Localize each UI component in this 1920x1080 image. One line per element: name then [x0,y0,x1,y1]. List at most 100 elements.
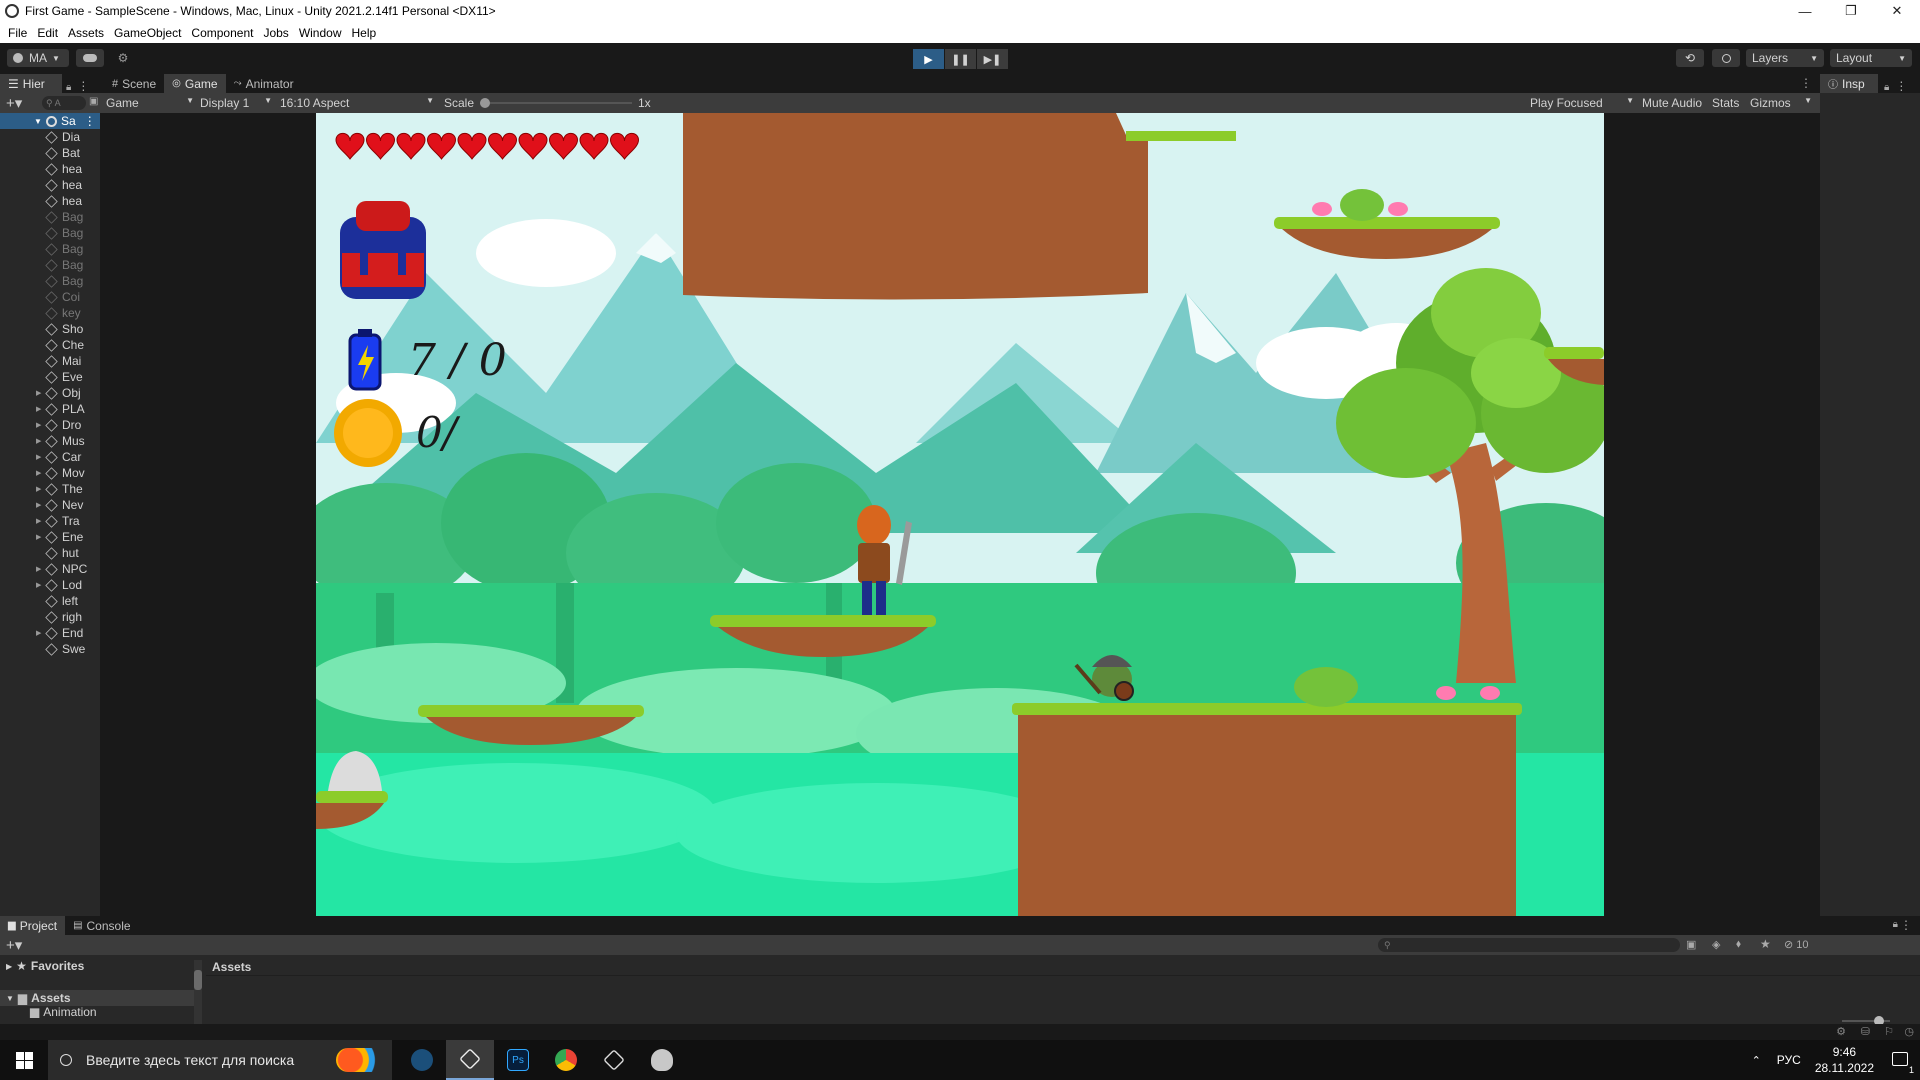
taskbar-app-unity-hub[interactable] [590,1040,638,1080]
project-search-input[interactable]: ⚲ [1378,938,1680,952]
cache-server-icon[interactable]: ⛁ [1861,1025,1870,1038]
expand-arrow-icon[interactable]: ▶ [36,629,41,637]
scale-slider[interactable] [480,98,632,108]
hierarchy-item[interactable]: Eve [0,369,100,385]
lock-icon[interactable]: 🔒︎ [1893,919,1898,930]
stats-toggle[interactable]: Stats [1712,96,1739,110]
hierarchy-item[interactable]: Bag [0,225,100,241]
add-button[interactable]: +▾ [6,936,22,954]
start-button[interactable] [0,1040,48,1080]
animation-folder-row[interactable]: ▆ Animation [0,1006,200,1018]
maximize-button[interactable]: ❐ [1828,0,1874,22]
more-menu-icon[interactable]: ⋮ [84,114,96,128]
taskbar-search-input[interactable]: Введите здесь текст для поиска [48,1040,392,1080]
game-view-dropdown[interactable]: Game ▼ [106,96,194,110]
hierarchy-item[interactable]: Mai [0,353,100,369]
tab-game[interactable]: ◎ Game [164,74,226,93]
hierarchy-item[interactable]: Che [0,337,100,353]
menu-window[interactable]: Window [299,26,342,40]
hierarchy-item[interactable]: Bag [0,209,100,225]
gizmos-dropdown[interactable]: Gizmos ▼ [1750,96,1812,110]
tab-project[interactable]: ▆ Project [0,916,66,935]
hierarchy-item[interactable]: Bag [0,257,100,273]
game-canvas[interactable]: 7 / 0 0/ [316,113,1604,917]
expand-arrow-icon[interactable]: ▶ [36,421,41,429]
lock-icon[interactable]: 🔒︎ [66,82,71,93]
hierarchy-item[interactable]: Bag [0,273,100,289]
taskbar-app-unity[interactable] [446,1040,494,1080]
tab-inspector[interactable]: ⓘ Insp [1820,74,1878,93]
hierarchy-item[interactable]: ▶ Lod [0,577,100,593]
zoom-slider[interactable] [1842,1016,1890,1026]
search-button[interactable] [1712,49,1740,67]
hierarchy-item[interactable]: Sho [0,321,100,337]
favorites-row[interactable]: ▶ ★ Favorites [0,958,200,974]
assets-breadcrumb[interactable]: Assets [212,960,251,974]
filter-type-icon[interactable]: ▣ [1686,938,1696,951]
expand-arrow-icon[interactable]: ▶ [36,453,41,461]
menu-gameobject[interactable]: GameObject [114,26,181,40]
minimize-button[interactable]: — [1782,0,1828,22]
assets-row[interactable]: ▼ ▆ Assets [0,990,200,1006]
undo-history-button[interactable]: ⟲ [1676,49,1704,67]
menu-assets[interactable]: Assets [68,26,104,40]
favorite-star-icon[interactable]: ★ [1760,937,1771,951]
layers-dropdown[interactable]: Layers ▼ [1746,49,1824,67]
aspect-dropdown[interactable]: 16:10 Aspect ▼ [280,96,434,110]
scale-slider-thumb[interactable] [480,98,490,108]
taskbar-app-steam[interactable] [398,1040,446,1080]
auto-generate-icon[interactable]: ⚙ [1836,1025,1846,1038]
hierarchy-item[interactable]: key [0,305,100,321]
more-menu-icon[interactable]: ⋮ [1895,79,1907,93]
hierarchy-item[interactable]: ▶ Nev [0,497,100,513]
tag-icon[interactable]: ⬧ [1736,938,1741,951]
hierarchy-item[interactable]: ▶ Obj [0,385,100,401]
scene-row[interactable]: ▼ Sa ⋮ [0,113,100,129]
close-button[interactable]: ✕ [1874,0,1920,22]
hierarchy-item[interactable]: Bat [0,145,100,161]
menu-file[interactable]: File [8,26,27,40]
hierarchy-item[interactable]: ▶ Dro [0,417,100,433]
pause-button[interactable]: ❚❚ [945,49,976,69]
hierarchy-item[interactable]: Dia [0,129,100,145]
tab-animator[interactable]: ⤳ Animator [226,74,302,93]
lock-icon[interactable]: 🔒︎ [1884,82,1889,93]
layout-dropdown[interactable]: Layout ▼ [1830,49,1912,67]
expand-arrow-icon[interactable]: ▶ [36,405,41,413]
hierarchy-item[interactable]: ▶ PLA [0,401,100,417]
add-button[interactable]: +▾ [6,94,22,112]
hierarchy-item[interactable]: hea [0,161,100,177]
hierarchy-item[interactable]: ▶ Tra [0,513,100,529]
hierarchy-item[interactable]: hea [0,193,100,209]
expand-arrow-icon[interactable]: ▶ [36,517,41,525]
hidden-packages-toggle[interactable]: ⊘ 10 [1784,938,1809,951]
collab-button[interactable]: ⚙ [112,49,134,67]
display-dropdown[interactable]: Display 1 ▼ [200,96,272,110]
hierarchy-item[interactable]: hut [0,545,100,561]
mute-audio-toggle[interactable]: Mute Audio [1642,96,1702,110]
tree-scrollbar-thumb[interactable] [194,970,202,990]
more-menu-icon[interactable]: ⋮ [1800,76,1812,90]
expand-arrow-icon[interactable]: ▶ [36,469,41,477]
more-menu-icon[interactable]: ⋮ [1900,918,1912,932]
expand-arrow-icon[interactable]: ▶ [36,437,41,445]
hierarchy-item[interactable]: ▶ Mov [0,465,100,481]
taskbar-app-other[interactable] [638,1040,686,1080]
hierarchy-search-input[interactable]: ⚲ A [42,96,86,110]
expand-arrow-icon[interactable]: ▶ [36,533,41,541]
filter-icon[interactable]: ▣ [89,96,98,107]
clock[interactable]: 9:46 28.11.2022 [1815,1044,1874,1076]
taskbar-app-chrome[interactable] [542,1040,590,1080]
expand-arrow-icon[interactable]: ▶ [36,581,41,589]
taskbar-app-photoshop[interactable]: Ps [494,1040,542,1080]
notifications-button[interactable]: 1 [1892,1051,1914,1075]
account-dropdown[interactable]: MA ▼ [7,49,69,67]
chevron-up-icon[interactable]: ⌃ [1752,1054,1761,1067]
hierarchy-item[interactable]: Bag [0,241,100,257]
hierarchy-item[interactable]: Swe [0,641,100,657]
hierarchy-item[interactable]: ▶ End [0,625,100,641]
menu-edit[interactable]: Edit [37,26,58,40]
hierarchy-item[interactable]: ▶ The [0,481,100,497]
menu-help[interactable]: Help [352,26,377,40]
hierarchy-item[interactable]: ▶ Ene [0,529,100,545]
